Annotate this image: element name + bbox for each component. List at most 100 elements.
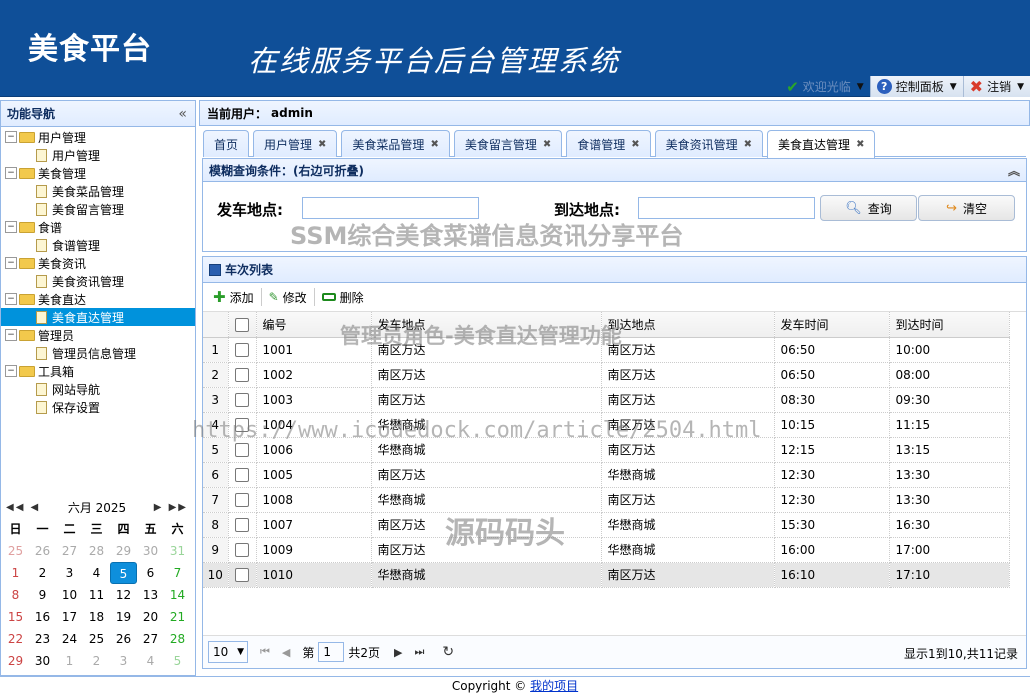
row-checkbox[interactable] [228,337,257,363]
prev-page-icon[interactable]: ◀ [282,646,290,659]
collapse-toggle-icon[interactable]: − [5,293,17,305]
project-link[interactable]: 我的项目 [530,679,578,693]
close-icon[interactable]: ✖ [543,139,551,150]
collapse-toggle-icon[interactable]: − [5,221,17,233]
row-checkbox[interactable] [228,462,257,488]
collapse-icon[interactable]: « [178,106,187,122]
calendar-day[interactable]: 5 [164,650,191,672]
page-size-select[interactable]: 10 ▼ [208,641,248,663]
calendar-day[interactable]: 1 [56,650,83,672]
logout-button[interactable]: ✖ 注销 ▼ [962,76,1030,97]
calendar-day[interactable]: 25 [83,628,110,650]
calendar-day[interactable]: 26 [29,540,56,562]
col-header-id[interactable]: 编号 [256,312,372,338]
next-page-icon[interactable]: ▶ [394,646,402,659]
welcome-button[interactable]: ✔ 欢迎光临 ▼ [780,76,870,97]
next-month-year-icons[interactable]: ▶ ▶▶ [154,502,188,513]
tab-item[interactable]: 美食资讯管理 ✖ [654,130,764,157]
calendar-day[interactable]: 27 [137,628,164,650]
collapse-toggle-icon[interactable]: − [5,329,17,341]
close-icon[interactable]: ✖ [744,139,752,150]
calendar-day[interactable]: 13 [137,584,164,606]
row-checkbox[interactable] [228,387,257,413]
calendar-day[interactable]: 28 [83,540,110,562]
calendar-day[interactable]: 4 [137,650,164,672]
calendar-day[interactable]: 15 [2,606,29,628]
close-icon[interactable]: ✖ [631,139,639,150]
table-row[interactable]: 5 1006 华懋商城 南区万达 12:15 13:15 [203,437,1010,463]
calendar-day[interactable]: 12 [110,584,137,606]
tree-item[interactable]: 网站导航 [1,380,195,398]
calendar-day[interactable]: 3 [110,650,137,672]
table-row[interactable]: 4 1004 华懋商城 南区万达 10:15 11:15 [203,412,1010,438]
tree-item[interactable]: 美食直达管理 [1,308,195,326]
tree-group[interactable]: − 美食管理 [1,164,195,182]
table-row[interactable]: 9 1009 南区万达 华懋商城 16:00 17:00 [203,537,1010,563]
tree-group[interactable]: − 食谱 [1,218,195,236]
tree-group[interactable]: − 用户管理 [1,128,195,146]
tree-group[interactable]: − 美食直达 [1,290,195,308]
calendar-day[interactable]: 8 [2,584,29,606]
prev-year-month-icons[interactable]: ◀◀ ◀ [6,502,40,513]
collapse-toggle-icon[interactable]: − [5,131,17,143]
calendar-day[interactable]: 27 [56,540,83,562]
page-number-input[interactable]: 1 [318,642,345,662]
row-checkbox[interactable] [228,437,257,463]
tree-item[interactable]: 管理员信息管理 [1,344,195,362]
calendar-day[interactable]: 4 [83,562,110,584]
calendar-day[interactable]: 21 [164,606,191,628]
calendar-day[interactable]: 18 [83,606,110,628]
calendar-day[interactable]: 28 [164,628,191,650]
last-page-icon[interactable]: ⏭ [415,645,425,659]
row-checkbox[interactable] [228,362,257,388]
depart-input[interactable] [302,197,479,219]
calendar-day[interactable]: 22 [2,628,29,650]
calendar-day[interactable]: 25 [2,540,29,562]
close-icon[interactable]: ✖ [856,139,864,150]
calendar-title[interactable]: 六月 2025 [68,499,126,516]
refresh-icon[interactable]: ↻ [442,644,454,660]
tab-item[interactable]: 美食留言管理 ✖ [453,130,563,157]
table-row[interactable]: 3 1003 南区万达 南区万达 08:30 09:30 [203,387,1010,413]
calendar-day[interactable]: 20 [137,606,164,628]
tree-item[interactable]: 美食资讯管理 [1,272,195,290]
tree-group[interactable]: − 美食资讯 [1,254,195,272]
close-icon[interactable]: ✖ [318,139,326,150]
calendar-day[interactable]: 23 [29,628,56,650]
col-header-depart[interactable]: 发车时间 [774,312,890,338]
tree-item[interactable]: 保存设置 [1,398,195,416]
calendar-day[interactable]: 14 [164,584,191,606]
tab-item[interactable]: 食谱管理 ✖ [566,130,651,157]
table-row[interactable]: 2 1002 南区万达 南区万达 06:50 08:00 [203,362,1010,388]
calendar-day[interactable]: 3 [56,562,83,584]
close-icon[interactable]: ✖ [430,139,438,150]
row-checkbox[interactable] [228,537,257,563]
search-button[interactable]: 🔍︎ 查询 [820,195,917,221]
tree-group[interactable]: − 管理员 [1,326,195,344]
calendar-day[interactable]: 29 [110,540,137,562]
calendar-day[interactable]: 16 [29,606,56,628]
calendar-day[interactable]: 30 [137,540,164,562]
calendar-day[interactable]: 19 [110,606,137,628]
collapse-toggle-icon[interactable]: − [5,167,17,179]
tree-group[interactable]: − 工具箱 [1,362,195,380]
add-button[interactable]: ✚ 添加 [208,286,259,308]
tree-item[interactable]: 美食菜品管理 [1,182,195,200]
col-header-arrive[interactable]: 到达时间 [889,312,1010,338]
control-panel-button[interactable]: ? 控制面板 ▼ [869,76,963,97]
calendar-day[interactable]: 9 [29,584,56,606]
row-checkbox[interactable] [228,562,257,588]
calendar-day[interactable]: 5 [110,562,137,584]
calendar-day[interactable]: 31 [164,540,191,562]
collapse-toggle-icon[interactable]: − [5,257,17,269]
calendar-day[interactable]: 7 [164,562,191,584]
col-header-from[interactable]: 发车地点 [371,312,602,338]
calendar-day[interactable]: 11 [83,584,110,606]
tree-item[interactable]: 食谱管理 [1,236,195,254]
arrive-input[interactable] [638,197,815,219]
calendar-day[interactable]: 10 [56,584,83,606]
row-checkbox[interactable] [228,487,257,513]
calendar-day[interactable]: 2 [83,650,110,672]
first-page-icon[interactable]: ⏮ [260,645,270,659]
calendar-day[interactable]: 26 [110,628,137,650]
